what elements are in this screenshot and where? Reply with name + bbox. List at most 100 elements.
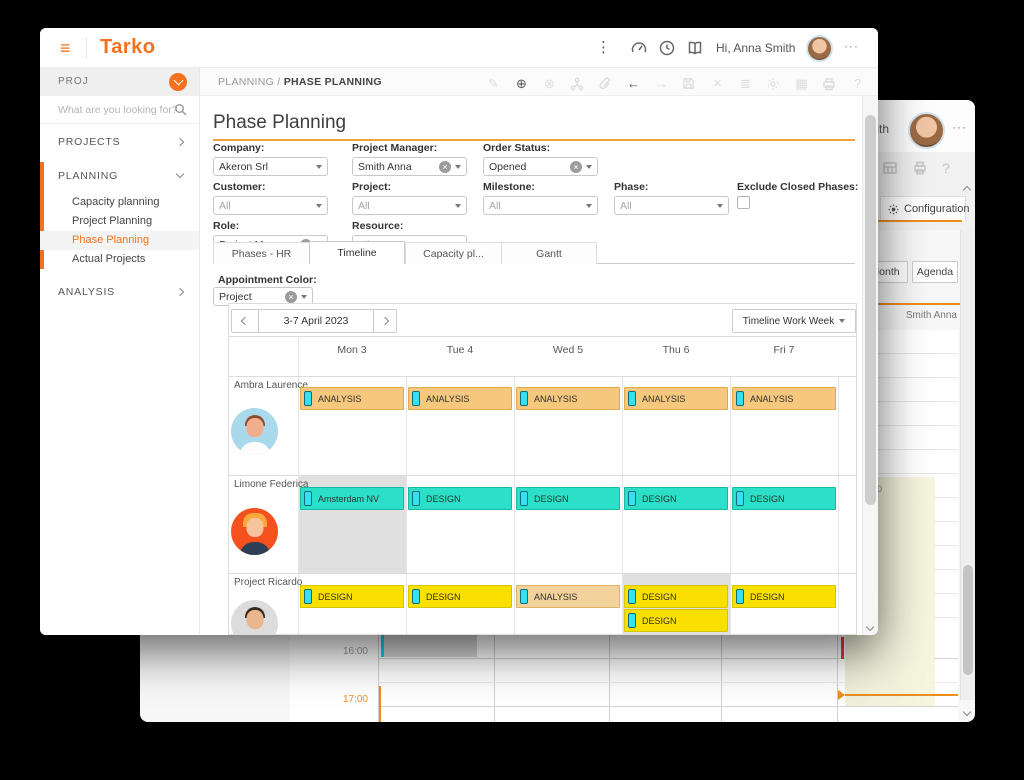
avatar[interactable]	[806, 35, 833, 62]
avatar[interactable]	[908, 112, 945, 149]
edit-icon[interactable]: ✎	[486, 76, 501, 92]
sidebar-item-analysis[interactable]: ANALYSIS	[40, 278, 199, 306]
sidebar-item-project-planning[interactable]: Project Planning	[40, 212, 199, 231]
project-select[interactable]: All	[352, 196, 467, 215]
sidebar-item-phase-planning[interactable]: Phase Planning	[40, 231, 199, 250]
sidebar-item-capacity-planning[interactable]: Capacity planning	[40, 193, 199, 212]
avatar[interactable]	[231, 408, 278, 455]
more-menu[interactable]: ···	[844, 39, 859, 53]
sidebar-item-actual-projects[interactable]: Actual Projects	[40, 250, 199, 269]
tab-agenda[interactable]: Agenda	[912, 261, 958, 283]
main-scrollbar[interactable]	[862, 96, 878, 635]
sidebar-item-projects[interactable]: PROJECTS	[40, 128, 199, 156]
background-scrollbar[interactable]	[960, 230, 975, 700]
sidebar-search[interactable]: What are you looking for?	[40, 96, 199, 124]
phase-label: DESIGN	[318, 592, 353, 602]
avatar[interactable]	[231, 508, 278, 555]
sidebar-item-planning[interactable]: PLANNING	[40, 162, 199, 190]
phase-handle-icon	[736, 491, 744, 506]
scroll-up-arrow[interactable]	[959, 184, 975, 196]
phase-bar[interactable]: DESIGN	[624, 487, 728, 510]
date-range[interactable]: 3-7 April 2023	[258, 309, 374, 333]
chevron-left-icon	[241, 317, 249, 325]
phase-label: ANALYSIS	[642, 394, 685, 404]
phase-bar[interactable]: DESIGN	[408, 487, 512, 510]
phase-select[interactable]: All	[614, 196, 729, 215]
order-status-select[interactable]: Opened ×	[483, 157, 598, 176]
clear-icon[interactable]: ×	[439, 161, 451, 173]
grid-view-icon[interactable]	[882, 160, 898, 176]
print-icon[interactable]	[912, 160, 928, 176]
phase-bar[interactable]: ANALYSIS	[300, 387, 404, 410]
phase-bar[interactable]: DESIGN	[624, 585, 728, 608]
project-manager-select[interactable]: Smith Anna×	[352, 157, 467, 176]
book-icon[interactable]	[686, 39, 704, 57]
share-icon[interactable]	[570, 77, 585, 91]
phase-bar[interactable]: Amsterdam NV	[300, 487, 404, 510]
more-menu[interactable]: ···	[952, 120, 967, 134]
phase-bar[interactable]: ANALYSIS	[624, 387, 728, 410]
attachment-icon[interactable]	[598, 77, 613, 91]
clock-icon[interactable]	[658, 39, 676, 57]
phase-handle-icon	[628, 491, 636, 506]
select-value: Opened	[489, 161, 566, 173]
background-toolbar: ?	[882, 160, 950, 176]
dashboard-gauge-icon[interactable]	[630, 39, 648, 57]
chevron-down-icon	[586, 204, 592, 208]
filter-label: Role:	[213, 220, 328, 232]
phase-bar[interactable]: ANALYSIS	[516, 387, 620, 410]
phase-bar[interactable]: ANALYSIS	[516, 585, 620, 608]
scroll-down-arrow[interactable]	[959, 706, 975, 718]
previous-week-button[interactable]	[231, 309, 259, 333]
module-dropdown-button[interactable]	[169, 73, 187, 91]
next-week-button[interactable]	[373, 309, 397, 333]
add-icon[interactable]: ⊕	[514, 76, 529, 92]
company-select[interactable]: Akeron Srl	[213, 157, 328, 176]
clear-icon[interactable]: ×	[285, 291, 297, 303]
phase-bar[interactable]: ANALYSIS	[408, 387, 512, 410]
kebab-menu-icon[interactable]: ⋮	[596, 38, 611, 56]
customer-select[interactable]: All	[213, 196, 328, 215]
scroll-down-arrow[interactable]	[862, 621, 878, 633]
milestone-select[interactable]: All	[483, 196, 598, 215]
avatar[interactable]	[231, 600, 278, 635]
print-icon[interactable]	[822, 77, 837, 91]
phase-label: DESIGN	[426, 494, 461, 504]
phase-bar[interactable]: DESIGN	[516, 487, 620, 510]
phase-bar[interactable]: ANALYSIS	[732, 387, 836, 410]
phase-bar[interactable]: DESIGN	[732, 487, 836, 510]
scrollbar-thumb[interactable]	[963, 565, 973, 675]
phase-bar[interactable]: DESIGN	[300, 585, 404, 608]
filter-label: Milestone:	[483, 181, 598, 193]
hamburger-menu-icon[interactable]: ≡	[60, 41, 77, 55]
phase-label: DESIGN	[642, 494, 677, 504]
phase-handle-icon	[520, 491, 528, 506]
gear-icon[interactable]	[766, 77, 781, 91]
tab-gantt[interactable]: Gantt	[501, 242, 597, 264]
view-mode-select[interactable]: Timeline Work Week	[732, 309, 856, 333]
help-icon[interactable]: ?	[942, 160, 950, 176]
list-icon[interactable]: ≣	[738, 76, 753, 92]
search-icon[interactable]	[174, 103, 187, 116]
breadcrumb-section[interactable]: PLANNING /	[218, 76, 281, 88]
phase-bar[interactable]: DESIGN	[732, 585, 836, 608]
back-icon[interactable]: ←	[626, 76, 641, 91]
clear-icon[interactable]: ×	[570, 161, 582, 173]
phase-bar[interactable]: DESIGN	[408, 585, 512, 608]
help-icon[interactable]: ?	[850, 76, 865, 91]
remove-icon[interactable]: ⊗	[542, 76, 557, 92]
phase-bar[interactable]: DESIGN	[624, 609, 728, 632]
grid-icon[interactable]: ▦	[794, 76, 809, 92]
scrollbar-thumb[interactable]	[865, 115, 876, 505]
app-logo[interactable]: Tarko	[100, 36, 155, 59]
tab-configuration[interactable]: Configuration	[880, 196, 966, 221]
cancel-icon[interactable]: ×	[710, 75, 725, 92]
forward-icon[interactable]: →	[654, 76, 669, 91]
save-icon[interactable]	[682, 77, 697, 90]
tab-capacity-planning[interactable]: Capacity pl...	[405, 242, 501, 264]
tab-phases-hr[interactable]: Phases - HR	[213, 242, 309, 264]
module-selector[interactable]: PROJ	[40, 68, 199, 96]
tab-timeline[interactable]: Timeline	[309, 241, 405, 264]
exclude-closed-phases-checkbox[interactable]	[737, 196, 750, 209]
day-header: Thu 6	[622, 344, 730, 356]
